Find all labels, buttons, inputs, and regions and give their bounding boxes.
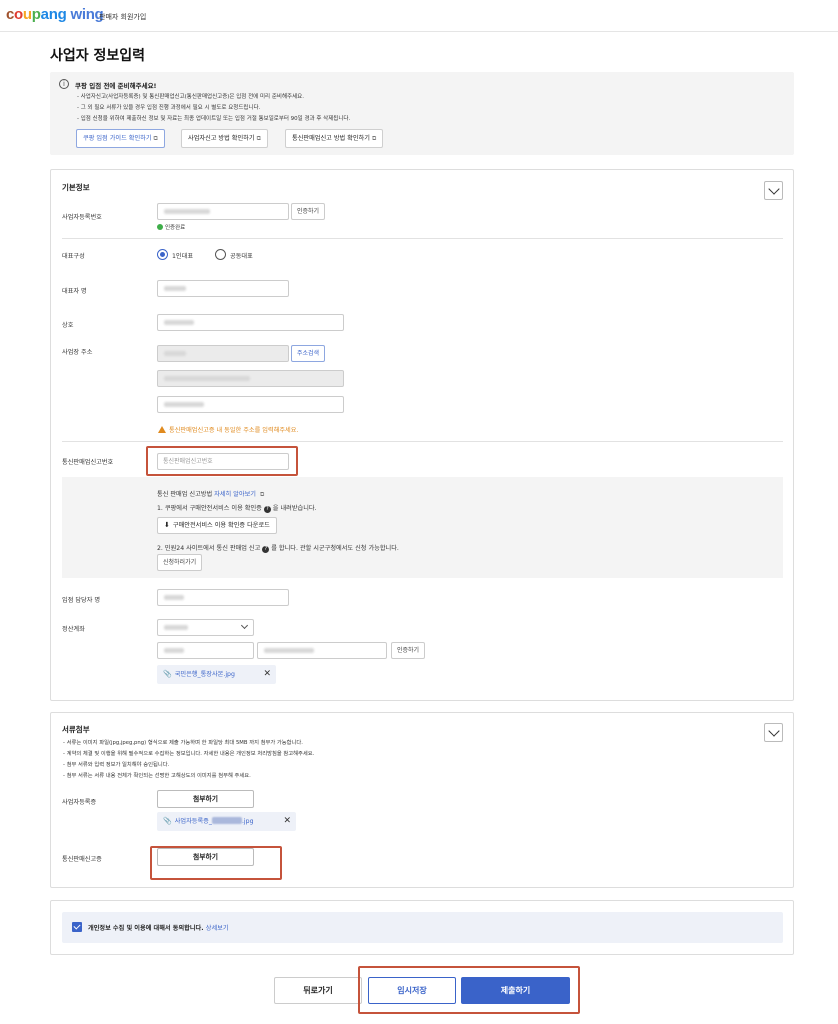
guide-step-2: 2. 민원24 사이트에서 통신 판매업 신고 ? 를 합니다. 관할 시군구청… [157, 545, 399, 553]
documents-title: 서류첨부 [62, 725, 90, 734]
basic-info-title: 기본정보 [62, 183, 90, 192]
rep-joint-label[interactable]: 공동대표 [230, 251, 253, 260]
page-title: 사업자 정보입력 [50, 48, 146, 64]
rep-name-input[interactable] [157, 280, 289, 297]
highlight-footer-buttons [358, 966, 580, 1014]
info-icon: i [59, 79, 69, 89]
coupang-wing-logo[interactable]: coupang wing [6, 6, 104, 23]
biz-cert-attach-button[interactable]: 첨부하기 [157, 790, 254, 808]
biz-number-input[interactable] [157, 203, 289, 220]
consent-detail-link[interactable]: 상세보기 [206, 925, 229, 932]
address-search-button[interactable]: 주소검색 [291, 345, 326, 362]
manager-name-input[interactable] [157, 589, 289, 606]
rep-joint-radio[interactable] [215, 249, 226, 260]
help-icon[interactable]: ? [262, 546, 270, 553]
notice-line: - 입점 신청을 위하여 제출하신 정보 및 자료는 최종 업데이트일 또는 입… [77, 116, 351, 122]
paperclip-icon: 📎 [163, 817, 172, 825]
header-subtitle: 판매자 회원가입 [99, 13, 147, 21]
highlight-ecommerce-input [146, 446, 298, 476]
doc-note: - 서류는 이미지 파일(jpg,jpeg,png) 형식으로 제출 가능하며 … [63, 740, 303, 746]
verified-note: 인증완료 [157, 223, 185, 231]
bankbook-file-chip: 📎 국민은행_통장사본.jpg ✕ [157, 665, 276, 684]
check-circle-icon [157, 224, 163, 230]
ecommerce-number-label: 통신판매업신고번호 [62, 459, 114, 466]
manager-name-label: 입점 담당자 명 [62, 597, 101, 604]
highlight-ecommerce-attach [150, 846, 282, 880]
address-detail-input[interactable] [157, 396, 344, 413]
company-input[interactable] [157, 314, 344, 331]
external-link-icon: ⧉ [153, 135, 158, 142]
rep-name-label: 대표자 명 [62, 288, 87, 295]
rep-single-label[interactable]: 1인대표 [172, 251, 193, 260]
biz-registration-guide-button[interactable]: 사업자신고 방법 확인하기 ⧉ [181, 129, 268, 148]
apply-button[interactable]: 신청하러가기 [157, 554, 203, 571]
download-certificate-button[interactable]: ⬇ 구매안전서비스 이용 확인증 다운로드 [157, 517, 277, 534]
ecommerce-registration-guide-button[interactable]: 통신판매업신고 방법 확인하기 ⧉ [285, 129, 384, 148]
account-holder-input[interactable] [157, 642, 254, 659]
doc-note: - 첨부 서류는 서류 내용 전체가 확인되는 선명한 고해상도의 이미지를 첨… [63, 773, 251, 779]
coupang-guide-button[interactable]: 쿠팡 입점 가이드 확인하기 ⧉ [76, 129, 165, 148]
help-icon[interactable]: ? [263, 506, 271, 513]
divider [62, 238, 783, 239]
guide-detail-link[interactable]: 자세히 알아보기 [214, 491, 256, 498]
external-link-icon: ⧉ [256, 135, 261, 142]
notice-line: - 그 외 필요 서류가 있을 경우 입점 진행 과정에서 필요 시 별도로 요… [77, 105, 261, 111]
consent-checkbox[interactable] [72, 922, 82, 932]
address-label: 사업장 주소 [62, 349, 93, 356]
biz-number-verify-button[interactable]: 인증하기 [291, 203, 326, 220]
biz-cert-file-chip: 📎 사업자등록증_ .jpg ✕ [157, 812, 296, 831]
top-bar: coupang wing 판매자 회원가입 [0, 0, 838, 32]
doc-note: - 첨부 서류와 입력 정보가 일치해야 승인됩니다. [63, 762, 170, 768]
rep-single-radio[interactable] [157, 249, 168, 260]
close-icon[interactable]: ✕ [283, 812, 291, 831]
consent-box: 개인정보 수집 및 이용에 대해서 동의합니다. 상세보기 [62, 912, 783, 943]
guide-step-1: 1. 쿠팡에서 구매안전서비스 이용 확인증 ? 을 내려받습니다. [157, 505, 317, 513]
notice-line: - 사업자신고(사업자등록증) 및 통신판매업신고(통신판매업신고증)은 입점 … [77, 94, 304, 100]
biz-cert-label: 사업자등록증 [62, 799, 97, 806]
company-label: 상호 [62, 322, 74, 329]
bank-select[interactable] [157, 619, 254, 636]
download-icon: ⬇ [164, 521, 170, 529]
doc-note: - 계약의 체결 및 이행을 위해 필수적으로 수집하는 정보입니다. 자세한 … [63, 751, 315, 757]
notice-title: 쿠팡 입점 전에 준비해주세요! [75, 82, 157, 90]
zipcode-input[interactable] [157, 345, 289, 362]
chevron-down-icon[interactable] [764, 723, 783, 742]
account-verify-button[interactable]: 인증하기 [391, 642, 426, 659]
warning-icon [158, 426, 166, 433]
divider [62, 441, 783, 442]
close-icon[interactable]: ✕ [263, 665, 271, 684]
external-link-icon: ⧉ [371, 135, 377, 142]
back-button[interactable]: 뒤로가기 [274, 977, 362, 1004]
consent-text: 개인정보 수집 및 이용에 대해서 동의합니다. 상세보기 [88, 925, 229, 932]
guide-title: 통신 판매업 신고방법 자세히 알아보기 ⧉ [157, 491, 265, 498]
chevron-down-icon [240, 621, 249, 630]
external-link-icon: ⧉ [259, 491, 265, 498]
account-number-input[interactable] [257, 642, 387, 659]
account-label: 정산계좌 [62, 626, 85, 633]
chevron-down-icon[interactable] [764, 181, 783, 200]
rep-type-label: 대표구성 [62, 253, 85, 260]
ecommerce-cert-label: 통신판매신고증 [62, 856, 102, 863]
paperclip-icon: 📎 [163, 670, 172, 678]
biz-number-label: 사업자등록번호 [62, 214, 102, 221]
address-warning: 통신판매업신고증 내 동일한 주소를 입력해주세요. [158, 425, 298, 434]
address-input[interactable] [157, 370, 344, 387]
